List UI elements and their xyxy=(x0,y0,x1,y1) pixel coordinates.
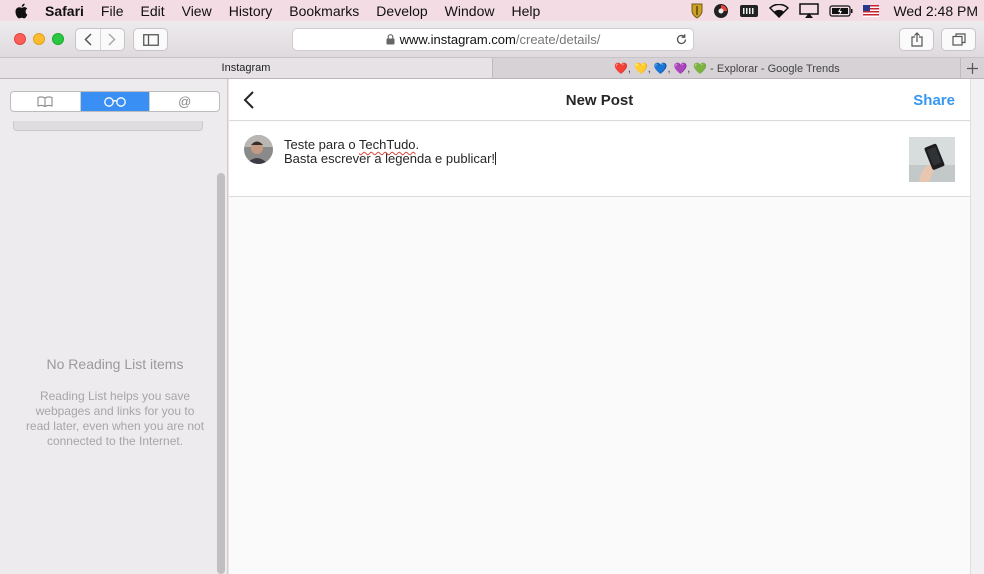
share-post-button[interactable]: Share xyxy=(913,92,955,109)
empty-reading-list-description: Reading List helps you save webpages and… xyxy=(25,389,205,448)
lock-icon xyxy=(386,34,395,45)
menu-window[interactable]: Window xyxy=(445,3,495,19)
menu-bookmarks[interactable]: Bookmarks xyxy=(289,3,359,19)
tab-bar: Instagram ❤️, 💛, 💙, 💜, 💚 - Explorar - Go… xyxy=(0,58,984,79)
plus-icon xyxy=(967,62,978,74)
new-tab-button[interactable] xyxy=(960,58,984,78)
sidebar-icon xyxy=(142,33,159,46)
caption-line1-period: . xyxy=(415,137,420,152)
sync-app-icon[interactable] xyxy=(713,0,729,21)
back-nav-button[interactable] xyxy=(76,29,100,50)
url-host: www.instagram.com xyxy=(399,32,516,47)
tab-instagram[interactable]: Instagram xyxy=(0,58,493,78)
apple-logo-icon[interactable] xyxy=(14,3,28,19)
tabs-overview-icon xyxy=(951,33,966,46)
battery-icon[interactable] xyxy=(829,0,853,21)
reload-icon[interactable] xyxy=(675,33,688,49)
at-sign-icon: @ xyxy=(178,94,192,109)
sidebar-segmented-control: @ xyxy=(10,91,220,112)
menubar-status-area: Wed 2:48 PM xyxy=(691,0,984,21)
show-all-tabs-button[interactable] xyxy=(941,28,976,51)
shield-extension-icon[interactable] xyxy=(691,0,703,21)
airplay-icon[interactable] xyxy=(799,0,820,21)
post-image-thumbnail xyxy=(909,137,955,182)
text-caret xyxy=(495,152,497,165)
address-bar[interactable]: www.instagram.com/create/details/ xyxy=(292,28,694,51)
caption-line1-text: Teste para o xyxy=(284,137,359,152)
battery-monitor-icon[interactable] xyxy=(739,0,759,21)
toggle-sidebar-button[interactable] xyxy=(133,28,168,51)
chevron-left-icon xyxy=(84,33,92,46)
web-content: New Post Share Teste para o TechTudo. Ba… xyxy=(229,79,970,574)
segment-reading-list[interactable] xyxy=(79,92,150,111)
menu-help[interactable]: Help xyxy=(511,3,540,19)
sidebar-scrollbar[interactable] xyxy=(217,173,225,574)
close-window-button[interactable] xyxy=(14,33,26,45)
tab-google-trends[interactable]: ❤️, 💛, 💙, 💜, 💚 - Explorar - Google Trend… xyxy=(494,58,960,78)
caption-textarea[interactable]: Teste para o TechTudo. Basta escrever a … xyxy=(284,137,497,166)
page-scroll-gutter[interactable] xyxy=(970,79,984,574)
share-button[interactable] xyxy=(899,28,934,51)
share-icon xyxy=(910,32,923,47)
navigation-buttons xyxy=(75,28,125,51)
tab-label: Instagram xyxy=(221,62,271,74)
menu-file[interactable]: File xyxy=(101,3,124,19)
reading-list-sidebar: @ No Reading List items Reading List hel… xyxy=(0,79,228,574)
reading-list-search-field[interactable] xyxy=(13,121,203,131)
us-flag-input-icon[interactable] xyxy=(863,0,880,21)
avatar xyxy=(244,135,273,164)
segment-shared-links[interactable]: @ xyxy=(149,92,219,111)
glasses-icon xyxy=(104,96,126,107)
fullscreen-window-button[interactable] xyxy=(52,33,64,45)
menu-view[interactable]: View xyxy=(182,3,212,19)
caption-line2-text: Basta escrever a legenda e publicar! xyxy=(284,151,496,166)
empty-reading-list-title: No Reading List items xyxy=(46,356,184,372)
menubar-clock[interactable]: Wed 2:48 PM xyxy=(893,3,978,19)
wifi-icon[interactable] xyxy=(769,0,790,21)
menu-develop[interactable]: Develop xyxy=(376,3,427,19)
menu-edit[interactable]: Edit xyxy=(140,3,164,19)
url-path: /create/details/ xyxy=(515,32,601,47)
minimize-window-button[interactable] xyxy=(33,33,45,45)
forward-nav-button[interactable] xyxy=(99,29,124,50)
segment-bookmarks[interactable] xyxy=(11,92,80,111)
safari-toolbar: www.instagram.com/create/details/ xyxy=(0,21,984,58)
menu-safari[interactable]: Safari xyxy=(45,3,84,19)
macos-menubar: Safari File Edit View History Bookmarks … xyxy=(0,0,984,21)
tab-label: ❤️, 💛, 💙, 💜, 💚 - Explorar - Google Trend… xyxy=(614,62,840,75)
page-title: New Post xyxy=(565,92,634,109)
menu-history[interactable]: History xyxy=(229,3,273,19)
caption-composer: Teste para o TechTudo. Basta escrever a … xyxy=(229,122,970,197)
instagram-header: New Post Share xyxy=(229,79,970,121)
chevron-right-icon xyxy=(108,33,117,46)
book-icon xyxy=(37,96,53,107)
misspelled-word: TechTudo xyxy=(358,137,416,152)
